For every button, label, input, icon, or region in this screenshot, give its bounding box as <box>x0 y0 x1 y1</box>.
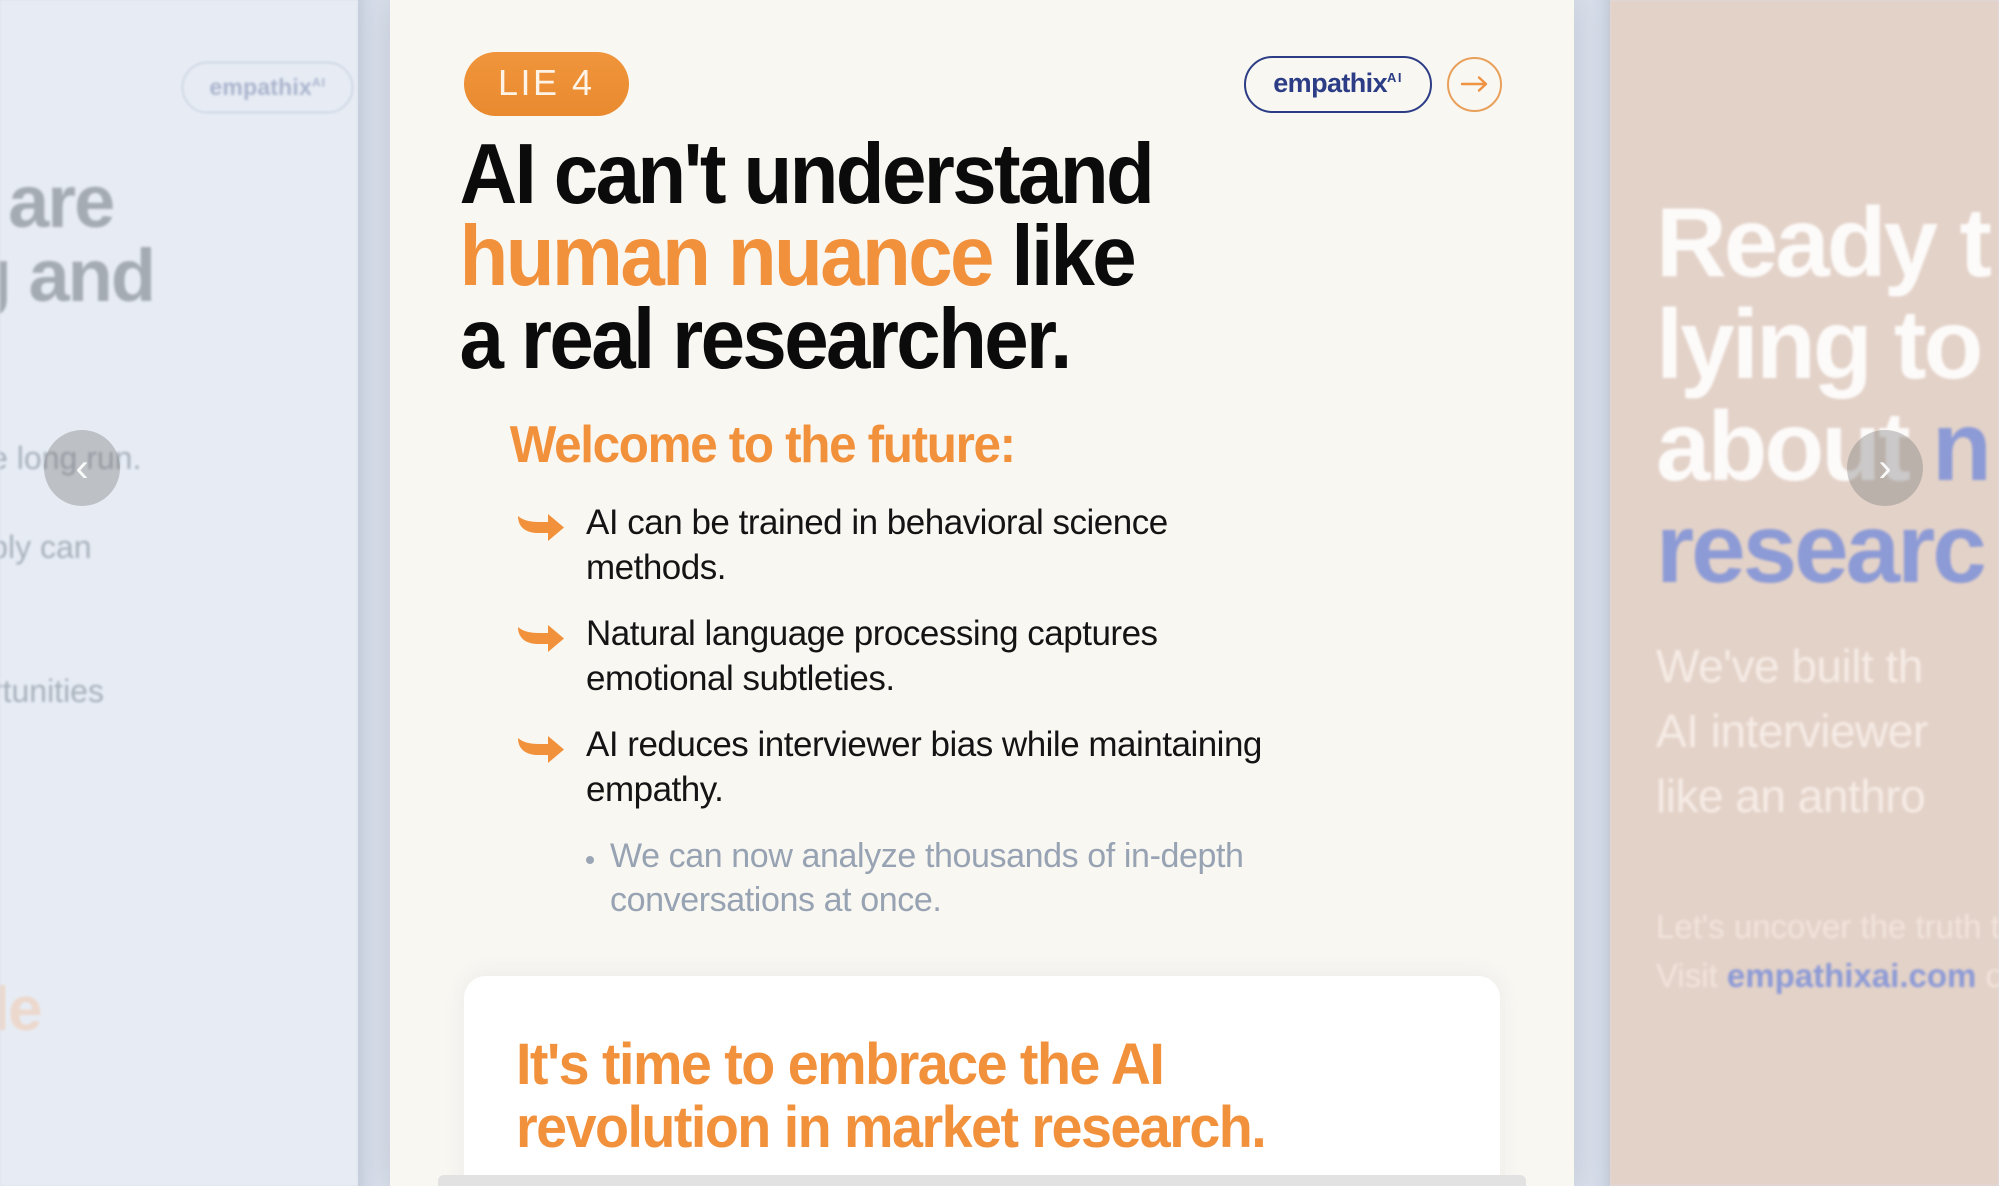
prev-brand-sup: AI <box>312 75 326 90</box>
cta-line2: revolution in market research. <box>516 1094 1267 1160</box>
page-title: AI can't understand human nuance like a … <box>390 132 1503 382</box>
prev-brand-name: empathix <box>209 74 312 100</box>
prev-title-rest: are <box>0 160 115 243</box>
chevron-right-icon: › <box>1878 446 1892 490</box>
brand-sup: AI <box>1387 69 1403 85</box>
prev-body-faint-line: ble than ever. <box>0 869 358 924</box>
next-footer-link: empathixai.com <box>1726 957 1977 995</box>
prev-body-line: cts. <box>0 575 358 630</box>
chevron-left-icon: ‹ <box>75 446 89 490</box>
list-item: Natural language processing captures emo… <box>516 612 1500 701</box>
list-item: AI can be trained in behavioral science … <box>516 501 1500 590</box>
next-body-line: like an anthro <box>1656 770 1926 823</box>
brand-pill[interactable]: empathixAI <box>1244 55 1432 113</box>
slide-gutter-left <box>358 0 390 1186</box>
next-title-line1: Ready t <box>1656 187 1992 297</box>
bullet-dot-icon <box>586 855 594 864</box>
curved-arrow-icon <box>516 507 566 550</box>
brand-group: empathixAI <box>1244 55 1502 113</box>
prev-body-line: audience deeply can <box>0 529 92 566</box>
prev-body-faint-line: n-depth <box>0 814 358 869</box>
next-slide-content: emp Ready t lying to about n researc We'… <box>1610 0 1999 1186</box>
next-slide-header: emp <box>1656 62 1999 96</box>
next-footer-prefix: Visit <box>1656 957 1727 995</box>
headline-line3: a real researcher. <box>459 291 1073 387</box>
slide-scrollbar[interactable] <box>438 1175 1526 1186</box>
prev-brand-pill: empathixAI <box>182 62 353 113</box>
cta-text: It's time to embrace the AI revolution i… <box>516 1034 1411 1159</box>
curved-arrow-icon <box>516 729 566 772</box>
slide-header: LIE 4 empathixAI <box>390 0 1574 116</box>
next-title-line2: lying to <box>1656 288 1983 399</box>
prev-slide-header: empathixAI <box>0 62 358 113</box>
list-item: AI reduces interviewer bias while mainta… <box>516 723 1500 812</box>
next-slide-title: Ready t lying to about n researc <box>1656 187 1999 603</box>
next-title-line4: researc <box>1656 492 1987 603</box>
prev-slide[interactable]: empathixAI views are uming and e money i… <box>0 0 358 1186</box>
next-footer-suffix: o <box>1985 957 1999 995</box>
headline-line1: AI can't understand <box>459 127 1155 222</box>
list-item-label: Natural language processing captures emo… <box>586 614 1158 698</box>
next-slide[interactable]: emp Ready t lying to about n researc We'… <box>1610 0 1999 1186</box>
list-item-label: AI reduces interviewer bias while mainta… <box>586 725 1262 809</box>
prev-slide-content: empathixAI views are uming and e money i… <box>0 0 358 1186</box>
prev-body-line: uncover opportunities <box>0 673 104 710</box>
list-item: We can now analyze thousands of in-depth… <box>586 834 1500 922</box>
cta-card: It's time to embrace the AI revolution i… <box>464 976 1500 1186</box>
headline-line2-orange: human nuance <box>459 209 995 305</box>
next-body-line: We've built th <box>1656 639 1923 692</box>
prev-slide-title: views are uming and <box>0 165 358 313</box>
bullet-list: AI can be trained in behavioral science … <box>390 501 1574 812</box>
next-title-line3-blue: n <box>1931 390 1992 501</box>
carousel-prev-button[interactable]: ‹ <box>44 430 120 506</box>
prev-slide-footer: we scale ch? <box>0 978 358 1104</box>
brand-name: empathix <box>1273 67 1387 98</box>
slide-gutter-right <box>1578 0 1610 1186</box>
prev-footer-line2: ch? <box>0 1041 358 1104</box>
prev-footer-line1: we scale <box>0 975 43 1045</box>
headline-line2-rest: like <box>991 209 1136 305</box>
carousel-stage: empathixAI views are uming and e money i… <box>0 0 1999 1186</box>
next-body-line: AI interviewer <box>1656 704 1928 757</box>
lie-badge: LIE 4 <box>464 52 629 116</box>
list-item-label: AI can be trained in behavioral science … <box>586 503 1168 587</box>
next-slide-body: We've built th AI interviewer like an an… <box>1656 634 1999 830</box>
next-slide-footer: Let's uncover the truth tog Visit empath… <box>1656 902 1999 1001</box>
sub-bullet-list: We can now analyze thousands of in-depth… <box>390 834 1574 922</box>
active-slide: LIE 4 empathixAI AI can't understand hum… <box>390 0 1574 1186</box>
next-footer-line1: Let's uncover the truth tog <box>1656 907 1999 945</box>
carousel-next-button[interactable]: › <box>1847 430 1923 506</box>
cta-line1: It's time to embrace the AI <box>516 1032 1165 1098</box>
sub-headline: Welcome to the future: <box>509 416 1016 475</box>
arrow-right-icon[interactable] <box>1447 56 1502 112</box>
prev-title-line2: uming and <box>0 234 156 317</box>
prev-body-line: ted. <box>0 719 358 774</box>
list-item-label: We can now analyze thousands of in-depth… <box>610 836 1244 920</box>
curved-arrow-icon <box>516 618 566 661</box>
prev-slide-body: e money in the long run. audience deeply… <box>0 431 358 924</box>
